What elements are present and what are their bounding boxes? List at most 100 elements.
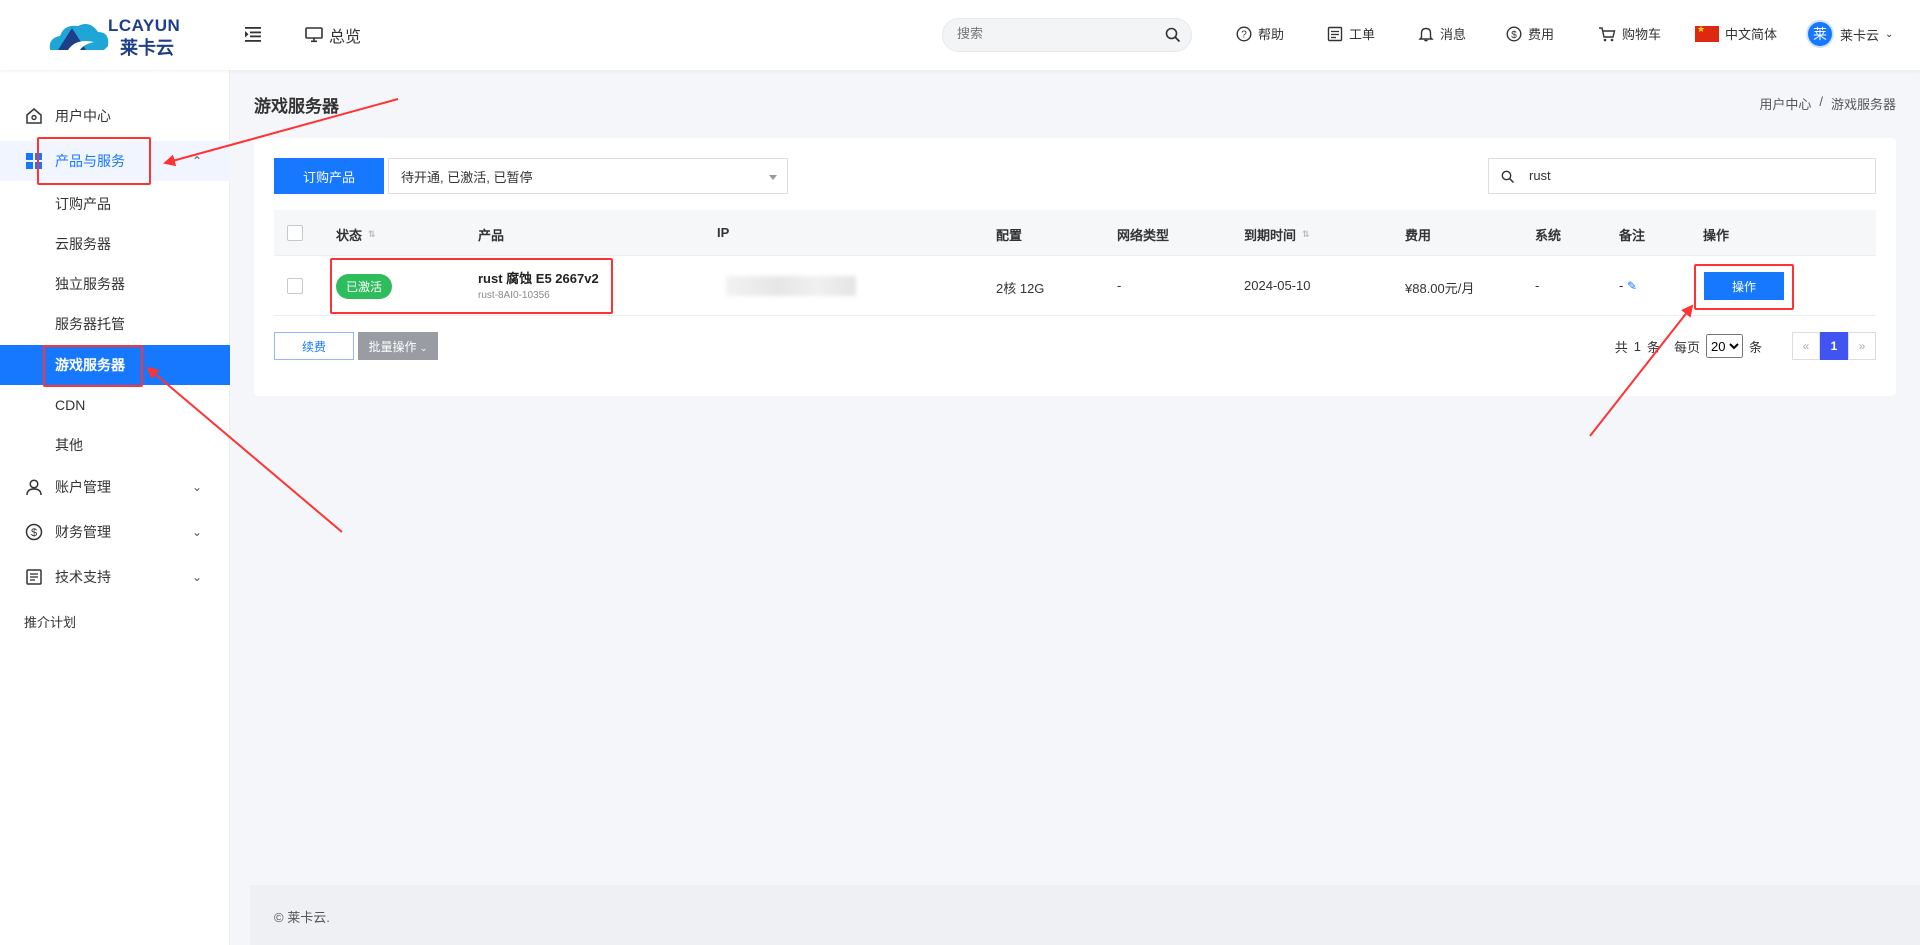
bell-icon <box>1418 27 1434 41</box>
language-switch[interactable]: 中文简体 <box>1695 24 1777 43</box>
breadcrumb-home[interactable]: 用户中心 <box>1759 94 1811 113</box>
sidebar-sub-label: 游戏服务器 <box>55 357 125 373</box>
batch-action-button[interactable]: 批量操作 ⌄ <box>358 332 438 360</box>
breadcrumb-current: 游戏服务器 <box>1830 97 1896 112</box>
per-page-label: 每页 <box>1673 339 1700 355</box>
logo-text-en: LCAYUN <box>108 16 181 35</box>
breadcrumb: 用户中心 / 游戏服务器 <box>1759 94 1896 113</box>
global-search-input[interactable] <box>957 26 1157 41</box>
page-buttons: « 1 » <box>1792 332 1876 360</box>
table-search-input[interactable] <box>1529 168 1829 183</box>
column-note: 备注 <box>1619 228 1646 243</box>
overview-link[interactable]: 总览 <box>305 23 361 47</box>
help-link[interactable]: ? 帮助 <box>1236 24 1284 43</box>
top-header: LCAYUN 莱卡云 总览 ? 帮助 工单 消息 $ <box>0 0 1920 70</box>
sidebar-sub-game-server[interactable]: 游戏服务器 <box>0 345 230 385</box>
page-button-current[interactable]: 1 <box>1820 332 1848 360</box>
svg-text:?: ? <box>1241 29 1247 40</box>
column-action: 操作 <box>1703 228 1730 243</box>
config-value: 2核 12G <box>996 281 1045 296</box>
logo-text-cn: 莱卡云 <box>120 38 174 58</box>
message-link[interactable]: 消息 <box>1418 24 1466 43</box>
sidebar-sub-other[interactable]: 其他 <box>0 425 230 465</box>
sidebar-item-finance[interactable]: $ 财务管理 ⌄ <box>0 512 230 552</box>
column-network: 网络类型 <box>1117 228 1170 243</box>
sidebar-sub-order[interactable]: 订购产品 <box>0 184 230 224</box>
ticket-link[interactable]: 工单 <box>1327 24 1375 43</box>
ticket-icon <box>1327 26 1343 41</box>
pagination: 共 1 条 每页 20 条 « 1 » <box>1615 332 1876 360</box>
column-status[interactable]: 状态 ⇅ <box>336 225 376 244</box>
sidebar-sub-label: 服务器托管 <box>55 316 125 332</box>
table-search[interactable] <box>1488 158 1876 194</box>
chevron-down-icon: ⌄ <box>191 525 202 539</box>
home-icon <box>26 108 42 124</box>
cloud-logo-icon <box>49 24 109 50</box>
dollar-icon: $ <box>25 523 43 541</box>
brand-logo[interactable]: LCAYUN 莱卡云 <box>46 16 186 58</box>
column-fee: 费用 <box>1405 228 1432 243</box>
search-icon[interactable] <box>1165 27 1181 43</box>
copyright: © 莱卡云. <box>274 910 330 925</box>
select-all-checkbox[interactable] <box>287 225 303 241</box>
note-value: - ✎ <box>1619 278 1637 293</box>
network-value: - <box>1117 278 1122 293</box>
avatar: 莱 <box>1806 20 1834 48</box>
column-expire-label: 到期时间 <box>1244 228 1297 243</box>
sidebar-sub-dedicated[interactable]: 独立服务器 <box>0 264 230 304</box>
next-page-button[interactable]: » <box>1848 332 1876 360</box>
fee-link[interactable]: $ 费用 <box>1506 24 1554 43</box>
overview-label: 总览 <box>329 29 362 46</box>
sidebar-item-label: 账户管理 <box>55 479 111 495</box>
sidebar-item-user-center[interactable]: 用户中心 <box>0 96 230 136</box>
expire-date: 2024-05-10 <box>1244 278 1311 293</box>
svg-text:$: $ <box>1511 29 1517 40</box>
status-filter-select[interactable]: 待开通, 已激活, 已暂停 <box>388 158 788 194</box>
column-product: 产品 <box>478 228 505 243</box>
prev-page-button[interactable]: « <box>1792 332 1820 360</box>
order-product-button[interactable]: 订购产品 <box>274 158 384 194</box>
sidebar-sub-cloud[interactable]: 云服务器 <box>0 224 230 264</box>
renew-button[interactable]: 续费 <box>274 332 354 360</box>
table-header: 状态 ⇅ 产品 IP 配置 网络类型 到期时间 ⇅ 费用 系统 备注 操作 <box>274 210 1876 256</box>
cart-link[interactable]: 购物车 <box>1598 24 1661 43</box>
row-action-button[interactable]: 操作 <box>1704 272 1784 300</box>
cart-icon <box>1599 26 1616 41</box>
user-menu[interactable]: 莱 莱卡云 ⌄ <box>1806 20 1893 48</box>
status-filter-value: 待开通, 已激活, 已暂停 <box>401 169 533 185</box>
product-id: rust-8AI0-10356 <box>478 290 550 301</box>
fee-label: 费用 <box>1528 27 1555 42</box>
note-text: - <box>1619 278 1624 293</box>
batch-action-label: 批量操作 <box>368 339 417 354</box>
breadcrumb-separator: / <box>1819 94 1823 109</box>
per-page-select[interactable]: 20 <box>1705 334 1743 358</box>
sidebar-item-support[interactable]: 技术支持 ⌄ <box>0 557 230 597</box>
sidebar-item-products[interactable]: 产品与服务 ⌃ <box>0 141 230 181</box>
language-label: 中文简体 <box>1725 27 1778 42</box>
chevron-down-icon: ⌄ <box>191 480 202 494</box>
os-value: - <box>1535 278 1540 293</box>
chevron-down-icon: ⌄ <box>191 570 202 584</box>
row-checkbox[interactable] <box>287 278 303 294</box>
server-list-card: 订购产品 待开通, 已激活, 已暂停 状态 ⇅ 产品 IP 配置 网络类型 到期时… <box>254 138 1896 396</box>
sidebar-sub-label: 云服务器 <box>55 236 111 252</box>
global-search[interactable] <box>942 18 1192 52</box>
product-name[interactable]: rust 腐蚀 E5 2667v2 <box>478 268 599 287</box>
sidebar-sub-cdn[interactable]: CDN <box>0 385 230 425</box>
column-status-label: 状态 <box>336 228 363 243</box>
sidebar: 用户中心 产品与服务 ⌃ 订购产品 云服务器 独立服务器 服务器托管 游戏服务器… <box>0 70 230 945</box>
fee-value: ¥88.00元/月 <box>1405 281 1475 296</box>
status-badge: 已激活 <box>336 274 393 299</box>
sidebar-item-referral[interactable]: 推介计划 <box>24 612 76 631</box>
menu-collapse-icon[interactable] <box>244 25 262 43</box>
ticket-label: 工单 <box>1349 27 1376 42</box>
column-expire[interactable]: 到期时间 ⇅ <box>1244 225 1310 244</box>
per-page-suffix: 条 <box>1748 339 1762 355</box>
chevron-down-icon: ⌄ <box>1885 28 1894 40</box>
chevron-down-icon: ⌄ <box>419 342 428 353</box>
total-suffix: 条 <box>1646 339 1660 355</box>
edit-pencil-icon[interactable]: ✎ <box>1627 279 1637 293</box>
monitor-icon <box>305 27 323 43</box>
sidebar-item-account[interactable]: 账户管理 ⌄ <box>0 467 230 507</box>
sidebar-sub-colocation[interactable]: 服务器托管 <box>0 304 230 344</box>
